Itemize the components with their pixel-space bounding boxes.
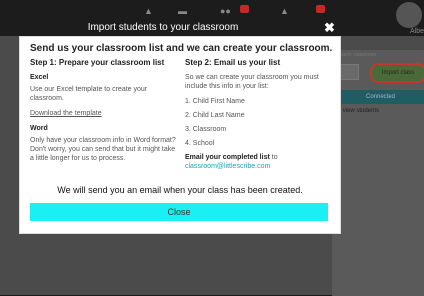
message-badge bbox=[316, 5, 325, 13]
excel-heading: Excel bbox=[30, 74, 49, 81]
modal-header-title: Import students to your classroom bbox=[87, 22, 239, 33]
step2-column: Step 2: Email us your list So we can cre… bbox=[185, 58, 335, 171]
modal-title: Send us your classroom list and we can c… bbox=[30, 43, 333, 54]
close-icon[interactable]: ✖ bbox=[324, 20, 335, 36]
user-name: Albe bbox=[409, 28, 424, 35]
close-button[interactable]: Close bbox=[30, 203, 328, 221]
list-item: 3. Classroom bbox=[185, 126, 227, 133]
import-class-button[interactable]: Import class bbox=[370, 63, 424, 83]
list-item: 2. Child Last Name bbox=[185, 112, 245, 119]
modal-header: Import students to your classroom ✖ bbox=[18, 18, 338, 38]
bell-icon[interactable]: ▲ bbox=[280, 6, 289, 16]
search-hint: Search classroom bbox=[336, 52, 377, 58]
list-item: 4. School bbox=[185, 140, 215, 147]
email-to: to bbox=[271, 154, 278, 161]
nav-icons: ▲ ▬ ●● ▲ bbox=[140, 5, 380, 18]
classroom-panel bbox=[332, 50, 424, 296]
people-icon[interactable]: ●● bbox=[220, 6, 231, 16]
table-header: Connected bbox=[332, 90, 424, 104]
computer-icon[interactable]: ▬ bbox=[178, 6, 187, 16]
word-heading: Word bbox=[30, 125, 48, 132]
step2-heading: Step 2: Email us your list bbox=[185, 58, 281, 67]
step1-column: Step 1: Prepare your classroom list Exce… bbox=[30, 58, 180, 169]
home-icon[interactable]: ▲ bbox=[144, 6, 153, 16]
step2-intro: So we can create your classroom you must… bbox=[185, 74, 319, 90]
notification-badge bbox=[240, 5, 249, 13]
excel-text: Use our Excel template to create your cl… bbox=[30, 86, 148, 102]
import-modal: Send us your classroom list and we can c… bbox=[19, 36, 341, 234]
list-item: 1. Child First Name bbox=[185, 98, 245, 105]
empty-hint: to view students bbox=[336, 108, 380, 114]
email-notice: We will send you an email when your clas… bbox=[57, 185, 303, 195]
step1-heading: Step 1: Prepare your classroom list bbox=[30, 58, 165, 67]
email-link[interactable]: classroom@littlescribe.com bbox=[185, 163, 270, 170]
email-instruction: Email your completed list to classroom@l… bbox=[185, 153, 335, 171]
word-text: Only have your classroom info in Word fo… bbox=[30, 137, 176, 162]
download-template-link[interactable]: Download the template bbox=[30, 109, 180, 118]
avatar[interactable] bbox=[396, 2, 422, 28]
email-label: Email your completed list bbox=[185, 154, 270, 161]
column-connected[interactable]: Connected bbox=[366, 94, 395, 100]
